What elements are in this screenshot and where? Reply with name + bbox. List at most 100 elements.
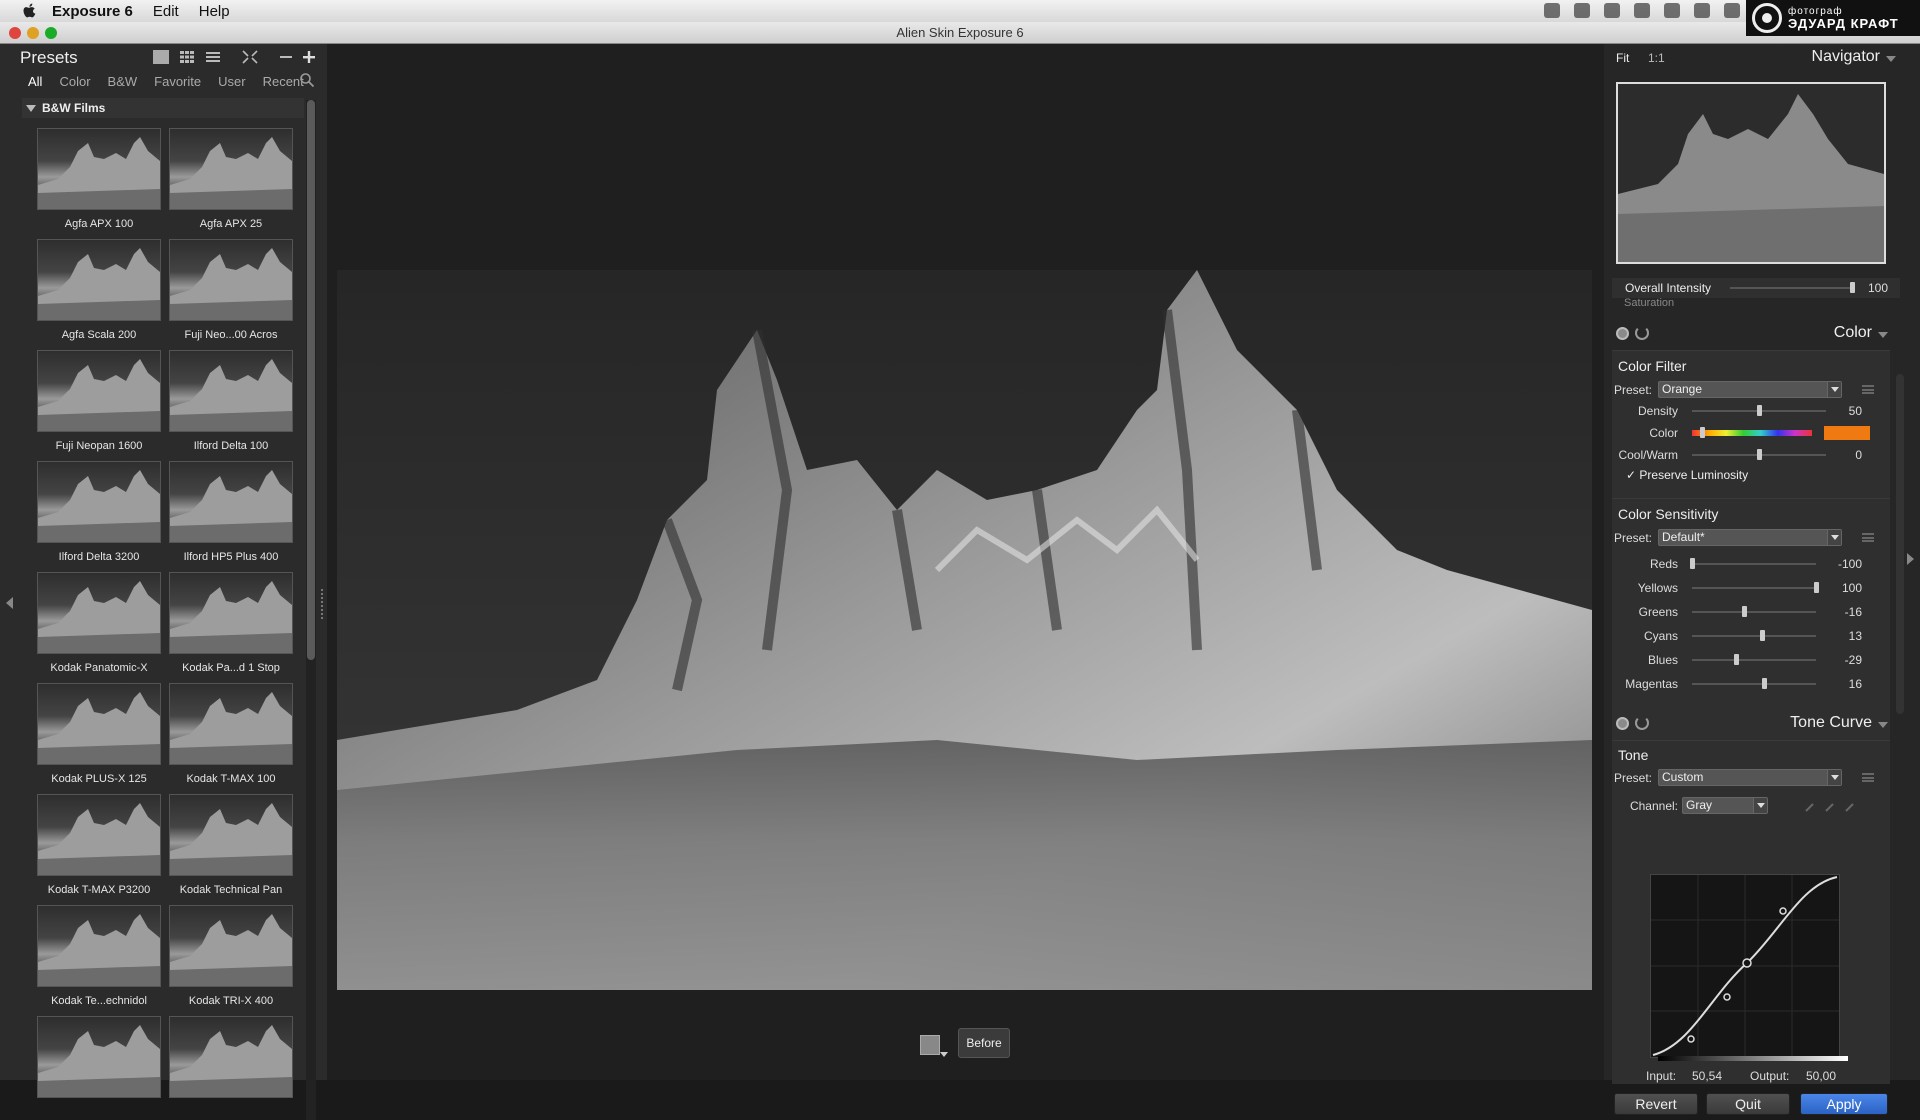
group-header-bw-films[interactable]: B&W Films [22, 98, 304, 118]
preset-thumbnail[interactable]: Ilford HP5 Plus 400 [169, 461, 293, 571]
preset-thumbnail[interactable]: Kodak TRI-X 400 [169, 905, 293, 1015]
blues-slider[interactable] [1692, 659, 1816, 661]
quit-button[interactable]: Quit [1706, 1093, 1790, 1115]
reds-slider-thumb[interactable] [1690, 558, 1695, 569]
before-button[interactable]: Before [958, 1028, 1010, 1058]
apply-button[interactable]: Apply [1800, 1093, 1888, 1115]
navigator-thumbnail[interactable] [1616, 82, 1886, 264]
airplay-icon[interactable] [1634, 3, 1650, 18]
color-filter-preset-menu-icon[interactable] [1862, 385, 1874, 394]
yellows-slider-thumb[interactable] [1814, 582, 1819, 593]
color-swatch[interactable] [1824, 426, 1870, 440]
color-section-header[interactable]: Color [1612, 322, 1898, 346]
density-value[interactable]: 50 [1822, 404, 1862, 418]
tone-curve-collapse-icon[interactable] [1878, 722, 1888, 728]
preset-thumbnail[interactable]: Agfa APX 100 [37, 128, 161, 238]
reds-slider[interactable] [1692, 563, 1816, 565]
wifi-icon[interactable] [1724, 3, 1740, 18]
bluetooth-icon[interactable] [1694, 3, 1710, 18]
cyans-slider[interactable] [1692, 635, 1816, 637]
zoom-window-button[interactable] [45, 27, 57, 39]
blues-slider-thumb[interactable] [1734, 654, 1740, 665]
before-after-view-toggle[interactable] [920, 1035, 940, 1055]
tab-favorite[interactable]: Favorite [154, 74, 201, 89]
greens-slider[interactable] [1692, 611, 1816, 613]
time-machine-icon[interactable] [1664, 3, 1680, 18]
preset-thumbnail[interactable]: Agfa Scala 200 [37, 239, 161, 349]
adjustments-scrollbar[interactable] [1896, 374, 1904, 714]
preset-thumbnail[interactable]: Kodak Technical Pan [169, 794, 293, 904]
remove-preset-button[interactable] [276, 48, 296, 66]
tab-color[interactable]: Color [59, 74, 90, 89]
preset-thumbnail[interactable]: Kodak Panatomic-X [37, 572, 161, 682]
preset-thumbnail[interactable]: Kodak PLUS-X 125 [37, 683, 161, 793]
curve-output-value[interactable]: 50,00 [1806, 1069, 1836, 1083]
color-hue-slider-thumb[interactable] [1699, 427, 1705, 438]
presets-scroll-thumb[interactable] [307, 100, 315, 660]
preset-thumbnail[interactable] [169, 1016, 293, 1118]
apple-menu-icon[interactable] [22, 3, 38, 19]
tone-curve-reset-icon[interactable] [1635, 716, 1649, 730]
disk-icon[interactable] [1574, 3, 1590, 18]
tab-all[interactable]: All [28, 74, 42, 89]
color-section-collapse-icon[interactable] [1878, 332, 1888, 338]
greens-slider-thumb[interactable] [1742, 606, 1748, 617]
yellows-slider[interactable] [1692, 587, 1816, 589]
color-reset-icon[interactable] [1635, 326, 1649, 340]
tab-bw[interactable]: B&W [108, 74, 138, 89]
tab-recent[interactable]: Recent [263, 74, 304, 89]
minimize-window-button[interactable] [27, 27, 39, 39]
preset-thumbnail[interactable]: Fuji Neopan 1600 [37, 350, 161, 460]
collapse-left-panel-icon[interactable] [6, 597, 13, 609]
cyans-slider-thumb[interactable] [1760, 630, 1766, 641]
close-window-button[interactable] [9, 27, 21, 39]
overall-intensity-value[interactable]: 100 [1848, 281, 1888, 295]
preset-thumbnail[interactable]: Fuji Neo...00 Acros [169, 239, 293, 349]
color-filter-preset-dropdown[interactable]: Orange [1658, 381, 1842, 398]
preview-photo[interactable] [337, 270, 1592, 990]
eyedropper-icons[interactable] [1802, 798, 1862, 814]
magentas-slider-thumb[interactable] [1761, 678, 1767, 689]
preset-thumbnail[interactable]: Ilford Delta 100 [169, 350, 293, 460]
tone-preset-dropdown[interactable]: Custom [1658, 769, 1842, 786]
preset-thumbnail[interactable]: Kodak Pa...d 1 Stop [169, 572, 293, 682]
tone-preset-menu-icon[interactable] [1862, 773, 1874, 782]
yellows-value[interactable]: 100 [1822, 581, 1862, 595]
preset-thumbnail[interactable]: Kodak T-MAX P3200 [37, 794, 161, 904]
magentas-value[interactable]: 16 [1822, 677, 1862, 691]
list-view-button[interactable] [203, 48, 223, 66]
cyans-value[interactable]: 13 [1822, 629, 1862, 643]
channel-dropdown[interactable]: Gray [1682, 797, 1768, 814]
view-mode-dropdown-icon[interactable] [940, 1052, 948, 1057]
edit-menu[interactable]: Edit [153, 3, 179, 20]
overall-intensity-slider[interactable] [1730, 287, 1852, 289]
greens-value[interactable]: -16 [1822, 605, 1862, 619]
cool-warm-value[interactable]: 0 [1822, 448, 1862, 462]
color-sensitivity-preset-menu-icon[interactable] [1862, 533, 1874, 542]
small-thumbnails-view-button[interactable] [177, 48, 197, 66]
preset-thumbnail[interactable]: Kodak Te...echnidol [37, 905, 161, 1015]
collapse-right-panel-icon[interactable] [1907, 553, 1914, 565]
preserve-luminosity-checkbox[interactable]: ✓ Preserve Luminosity [1626, 468, 1748, 482]
search-icon[interactable] [299, 72, 315, 88]
tab-user[interactable]: User [218, 74, 245, 89]
collapse-groups-button[interactable] [240, 48, 260, 66]
density-slider-thumb[interactable] [1757, 405, 1762, 416]
sync-icon[interactable] [1604, 3, 1620, 18]
help-menu[interactable]: Help [199, 3, 230, 20]
add-preset-button[interactable] [299, 48, 319, 66]
app-menu[interactable]: Exposure 6 [52, 3, 133, 20]
revert-button[interactable]: Revert [1614, 1093, 1698, 1115]
magentas-slider[interactable] [1692, 683, 1816, 685]
presets-scrollbar[interactable] [306, 100, 316, 1120]
tone-curve-enable-toggle-icon[interactable] [1616, 717, 1629, 730]
color-enable-toggle-icon[interactable] [1616, 327, 1629, 340]
zoom-fit-button[interactable]: Fit [1616, 51, 1629, 65]
color-hue-slider[interactable] [1692, 430, 1812, 436]
left-panel-splitter[interactable] [321, 589, 324, 619]
color-sensitivity-preset-dropdown[interactable]: Default* [1658, 529, 1842, 546]
curve-input-value[interactable]: 50,54 [1692, 1069, 1722, 1083]
large-thumbnails-view-button[interactable] [151, 48, 171, 66]
tone-curve-graph[interactable] [1650, 874, 1840, 1058]
reds-value[interactable]: -100 [1822, 557, 1862, 571]
